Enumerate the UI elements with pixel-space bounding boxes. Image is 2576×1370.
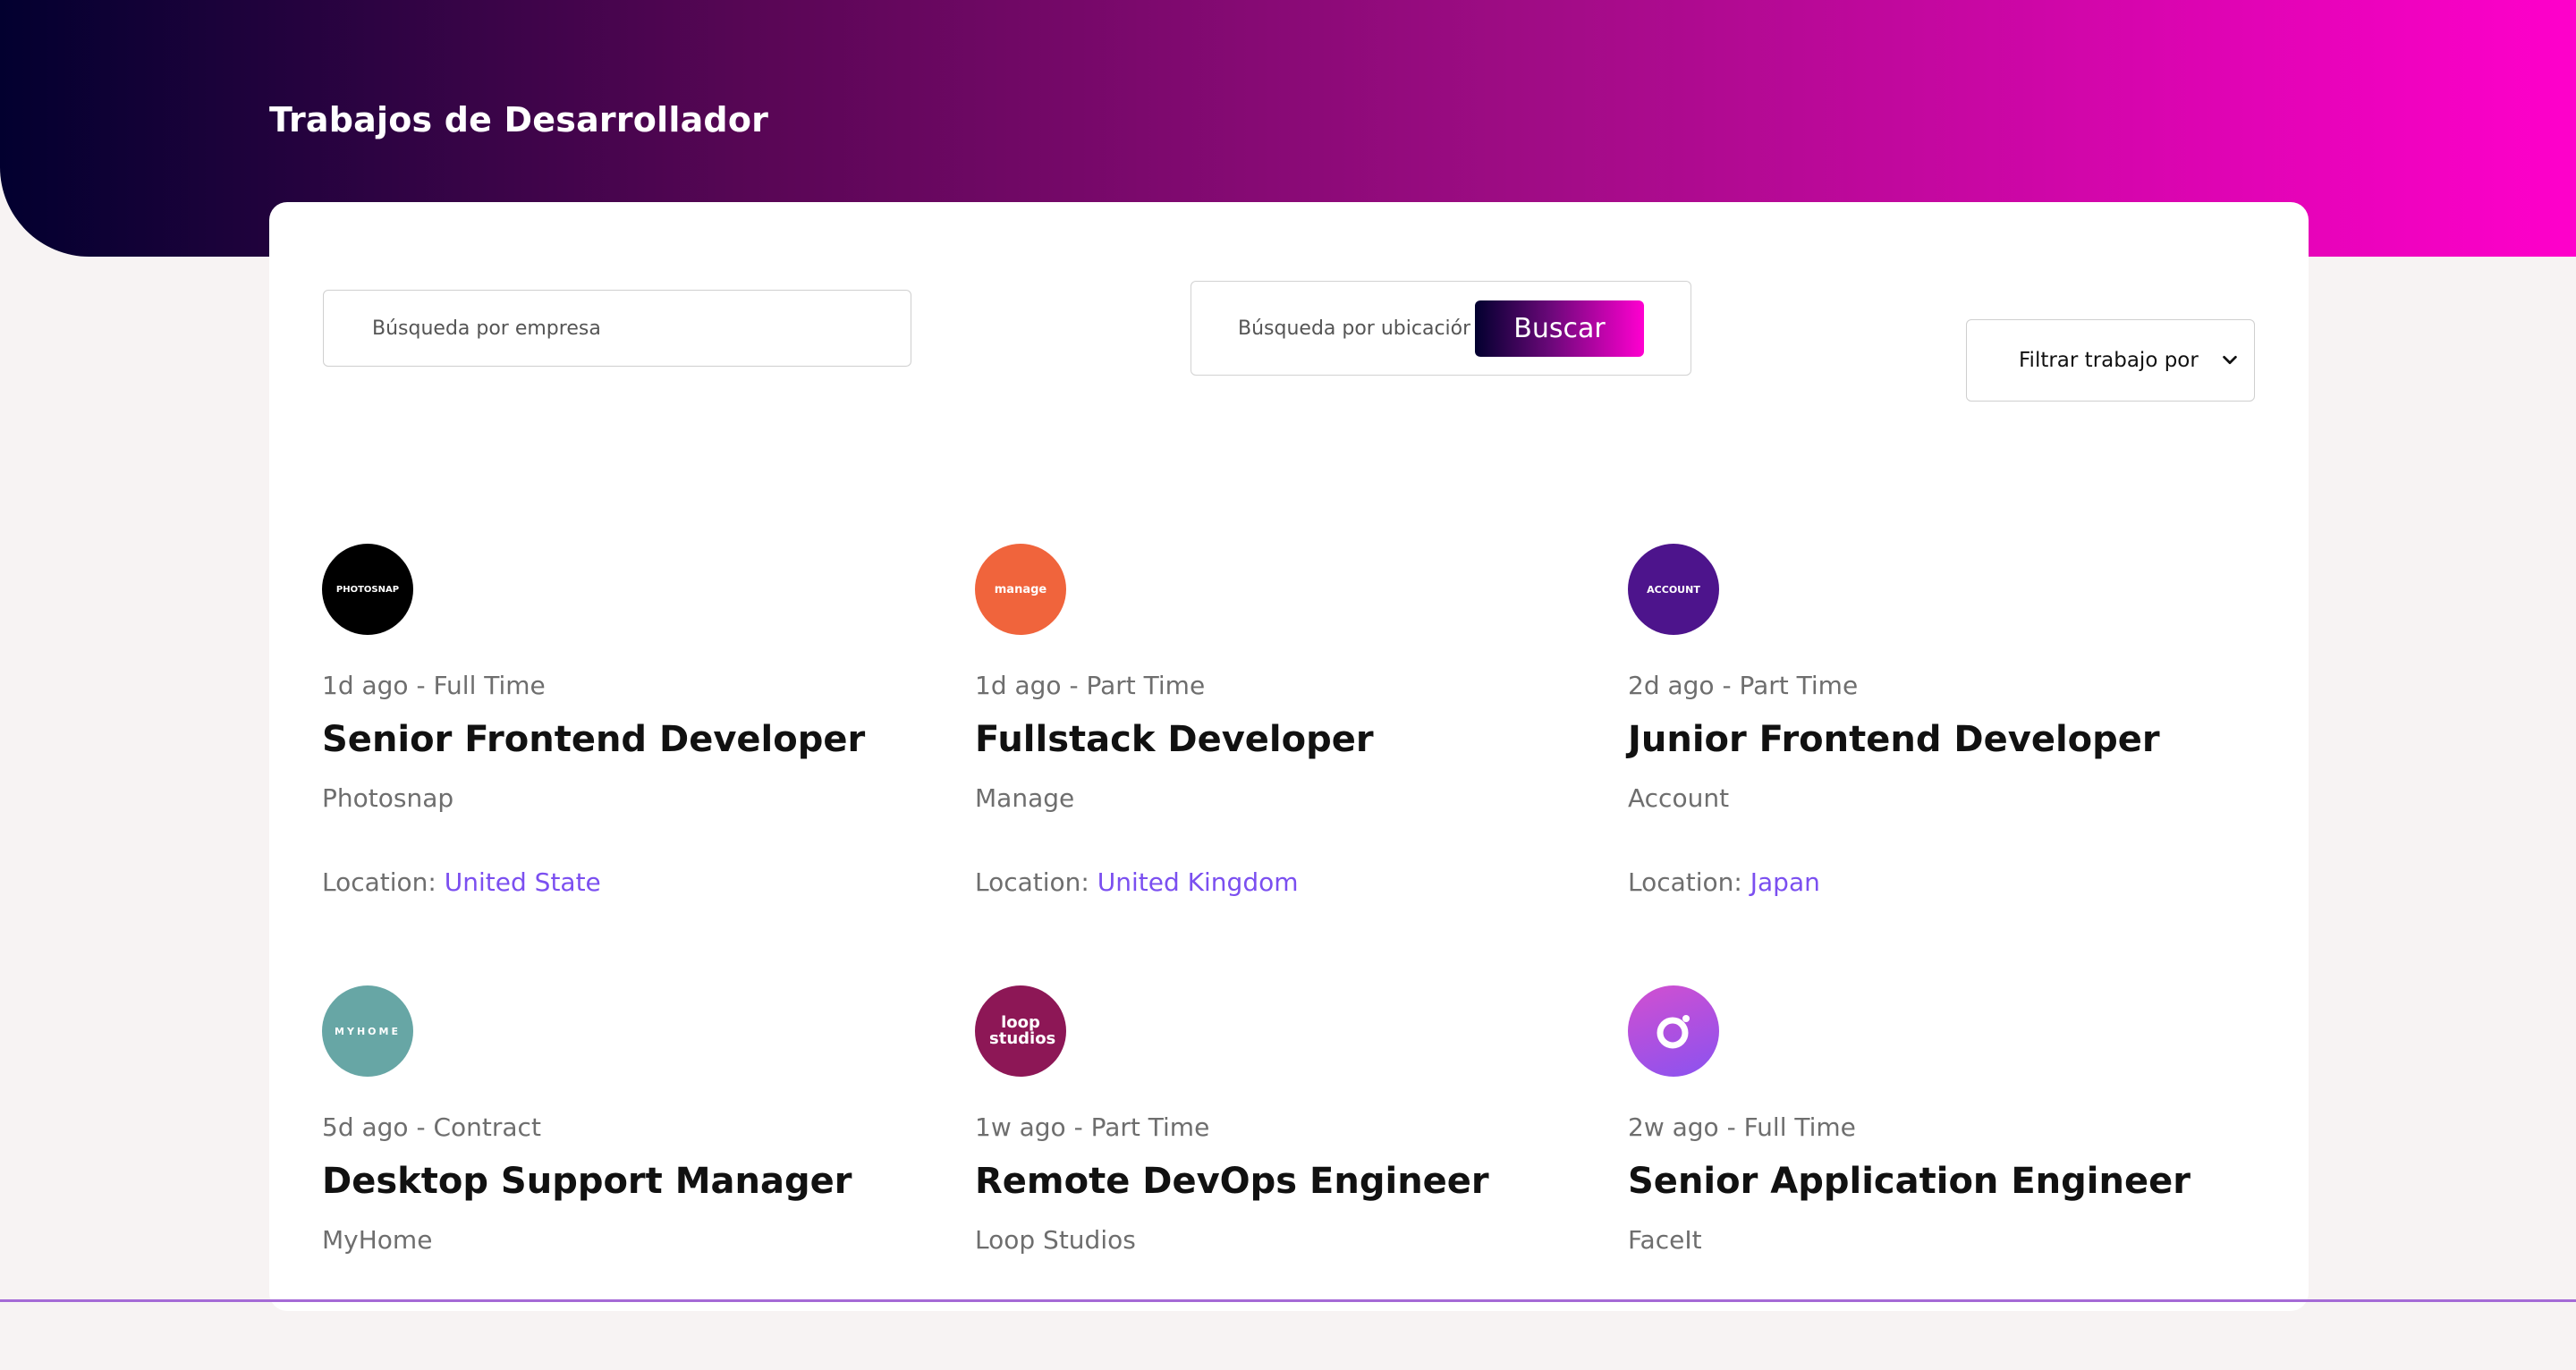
faceit-logo xyxy=(1628,985,1719,1077)
location-search-box[interactable]: Buscar xyxy=(1191,281,1691,376)
filter-select-label: Filtrar trabajo por xyxy=(2019,349,2199,372)
job-meta: 5d ago - Contract xyxy=(322,1112,541,1142)
account-logo: ACCOUNT xyxy=(1628,544,1719,635)
job-location: Location: United Kingdom xyxy=(975,867,1299,897)
job-location: Location: Japan xyxy=(1628,867,1820,897)
loop-studios-logo: loop studios xyxy=(975,985,1066,1077)
job-title[interactable]: Senior Application Engineer xyxy=(1628,1161,2190,1202)
myhome-logo: MYHOME xyxy=(322,985,413,1077)
job-meta: 1d ago - Full Time xyxy=(322,671,546,700)
job-card[interactable]: loop studios 1w ago - Part Time Remote D… xyxy=(975,985,1601,1370)
location-search-input[interactable] xyxy=(1236,316,1472,341)
job-location-link[interactable]: Japan xyxy=(1750,867,1820,897)
job-meta: 2w ago - Full Time xyxy=(1628,1112,1856,1142)
job-company: Account xyxy=(1628,783,1730,813)
job-location: Location: United State xyxy=(322,867,601,897)
job-title[interactable]: Remote DevOps Engineer xyxy=(975,1161,1489,1202)
job-card[interactable]: manage 1d ago - Part Time Fullstack Deve… xyxy=(975,544,1601,928)
ring-icon xyxy=(1657,1015,1690,1049)
job-card[interactable]: MYHOME 5d ago - Contract Desktop Support… xyxy=(322,985,948,1370)
job-meta: 2d ago - Part Time xyxy=(1628,671,1859,700)
job-location-link[interactable]: United Kingdom xyxy=(1097,867,1299,897)
job-card[interactable]: 2w ago - Full Time Senior Application En… xyxy=(1628,985,2254,1370)
job-title[interactable]: Junior Frontend Developer xyxy=(1628,719,2160,760)
job-location-link[interactable]: United State xyxy=(445,867,601,897)
chevron-down-icon xyxy=(2223,355,2237,365)
company-search-input[interactable] xyxy=(370,316,875,341)
search-button[interactable]: Buscar xyxy=(1475,300,1644,357)
job-title[interactable]: Fullstack Developer xyxy=(975,719,1374,760)
job-meta: 1d ago - Part Time xyxy=(975,671,1206,700)
company-search-box[interactable] xyxy=(323,290,911,367)
job-card[interactable]: PHOTOSNAP 1d ago - Full Time Senior Fron… xyxy=(322,544,948,928)
job-card[interactable]: ACCOUNT 2d ago - Part Time Junior Fronte… xyxy=(1628,544,2254,928)
job-company: FaceIt xyxy=(1628,1225,1702,1255)
page-title: Trabajos de Desarrollador xyxy=(269,100,769,140)
manage-logo: manage xyxy=(975,544,1066,635)
job-title[interactable]: Senior Frontend Developer xyxy=(322,719,865,760)
job-filter-select[interactable]: Filtrar trabajo por xyxy=(1966,319,2255,402)
job-company: Loop Studios xyxy=(975,1225,1136,1255)
job-company: Photosnap xyxy=(322,783,454,813)
job-title[interactable]: Desktop Support Manager xyxy=(322,1161,852,1202)
job-meta: 1w ago - Part Time xyxy=(975,1112,1210,1142)
job-company: Manage xyxy=(975,783,1075,813)
jobs-card: Buscar Filtrar trabajo por PHOTOSNAP 1d … xyxy=(269,202,2309,1311)
job-company: MyHome xyxy=(322,1225,433,1255)
photosnap-logo: PHOTOSNAP xyxy=(322,544,413,635)
